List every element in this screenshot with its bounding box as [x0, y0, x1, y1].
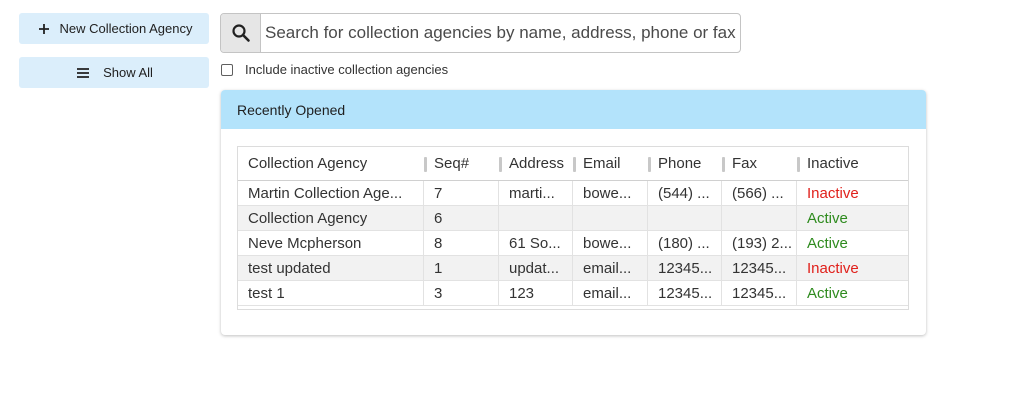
panel-title: Recently Opened [221, 90, 926, 129]
table-header: Collection Agency Seq# Address Email Pho… [238, 147, 908, 181]
table-body: Martin Collection Age... 7 marti... bowe...… [238, 181, 908, 306]
cell-email: email... [573, 281, 648, 305]
cell-agency: test updated [238, 256, 424, 280]
cell-email: email... [573, 256, 648, 280]
cell-status: Active [807, 284, 848, 302]
cell-phone: (544) ... [648, 181, 722, 205]
table-row[interactable]: Collection Agency 6 Active [238, 206, 908, 231]
column-header-inactive[interactable]: Inactive [797, 147, 908, 180]
recent-agencies-table: Collection Agency Seq# Address Email Pho… [237, 146, 909, 310]
recently-opened-panel: Recently Opened Collection Agency Seq# A… [221, 90, 926, 335]
table-row[interactable]: Martin Collection Age... 7 marti... bowe...… [238, 181, 908, 206]
cell-status: Active [807, 209, 848, 227]
cell-agency: test 1 [238, 281, 424, 305]
search-input[interactable] [261, 15, 740, 51]
cell-phone: 12345... [648, 256, 722, 280]
include-inactive-label: Include inactive collection agencies [245, 62, 449, 77]
cell-email: bowe... [573, 181, 648, 205]
cell-email [573, 206, 648, 230]
table-row[interactable]: Neve Mcpherson 8 61 So... bowe... (180) ...(… [238, 231, 908, 256]
column-header-address[interactable]: Address [499, 147, 573, 180]
cell-seq: 3 [424, 281, 499, 305]
cell-address [499, 206, 573, 230]
column-header-fax[interactable]: Fax [722, 147, 797, 180]
plus-icon [36, 21, 52, 37]
cell-phone: (180) ... [648, 231, 722, 255]
cell-address: 61 So... [499, 231, 573, 255]
column-header-seq[interactable]: Seq# [424, 147, 499, 180]
cell-status: Active [807, 234, 848, 252]
new-collection-agency-label: New Collection Agency [59, 21, 193, 36]
cell-agency: Collection Agency [238, 206, 424, 230]
column-header-email[interactable]: Email [573, 147, 648, 180]
cell-fax: (193) 2... [722, 231, 797, 255]
cell-seq: 6 [424, 206, 499, 230]
search-box [220, 13, 741, 53]
cell-address: marti... [499, 181, 573, 205]
column-header-phone[interactable]: Phone [648, 147, 722, 180]
cell-fax: 12345... [722, 256, 797, 280]
cell-phone [648, 206, 722, 230]
cell-agency: Martin Collection Age... [238, 181, 424, 205]
cell-seq: 1 [424, 256, 499, 280]
cell-fax [722, 206, 797, 230]
cell-seq: 8 [424, 231, 499, 255]
show-all-button[interactable]: Show All [19, 57, 209, 88]
cell-address: updat... [499, 256, 573, 280]
cell-fax: 12345... [722, 281, 797, 305]
table-row[interactable]: test updated 1 updat... email... 12345... 123… [238, 256, 908, 281]
new-collection-agency-button[interactable]: New Collection Agency [19, 13, 209, 44]
column-header-agency[interactable]: Collection Agency [238, 147, 424, 180]
include-inactive-checkbox[interactable] [221, 63, 233, 76]
cell-agency: Neve Mcpherson [238, 231, 424, 255]
include-inactive-toggle[interactable]: Include inactive collection agencies [221, 62, 448, 77]
show-all-label: Show All [103, 65, 153, 80]
cell-fax: (566) ... [722, 181, 797, 205]
table-row[interactable]: test 1 3 123 email... 12345... 12345... Active [238, 281, 908, 306]
menu-icon [75, 65, 91, 81]
cell-status: Inactive [807, 184, 859, 202]
cell-email: bowe... [573, 231, 648, 255]
cell-seq: 7 [424, 181, 499, 205]
cell-phone: 12345... [648, 281, 722, 305]
search-icon[interactable] [221, 14, 261, 52]
cell-address: 123 [499, 281, 573, 305]
cell-status: Inactive [807, 259, 859, 277]
